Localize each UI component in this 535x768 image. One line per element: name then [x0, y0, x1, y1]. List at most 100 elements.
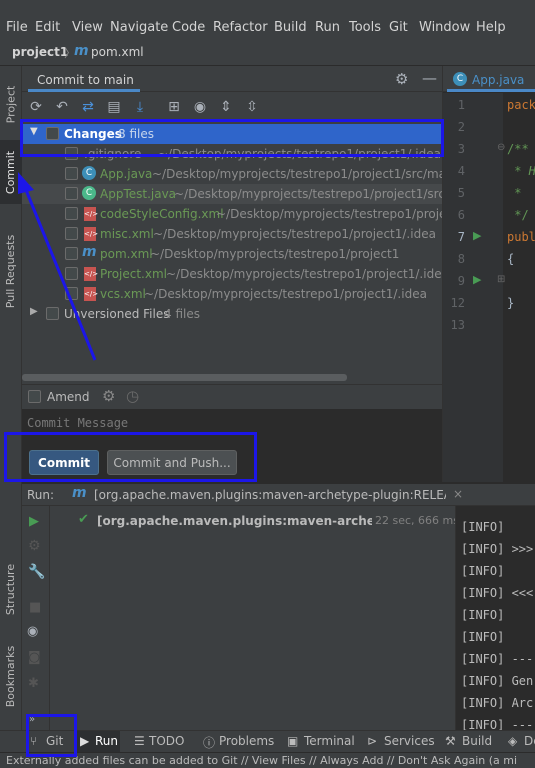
- commit-message-area[interactable]: Commit Message Commit Commit and Push...: [22, 409, 442, 482]
- menu-file[interactable]: File: [6, 20, 28, 35]
- changes-checkbox[interactable]: [46, 127, 59, 140]
- amend-checkbox[interactable]: [28, 390, 41, 403]
- breadcrumb-project[interactable]: project1: [12, 45, 68, 59]
- log-line: [INFO] >>>: [461, 542, 534, 556]
- menu-help[interactable]: Help: [476, 20, 506, 35]
- file-row[interactable]: C AppTest.java ~/Desktop/myprojects/test…: [22, 184, 454, 204]
- run-tree-item[interactable]: [org.apache.maven.plugins:maven-archetyp…: [97, 514, 372, 528]
- wrench-icon[interactable]: 🔧: [28, 564, 45, 580]
- debug-icon[interactable]: ⚙: [28, 538, 41, 554]
- changes-group-row[interactable]: ▼ Changes 8 files: [22, 124, 442, 144]
- changes-label: Changes: [64, 127, 122, 141]
- plugin-icon[interactable]: ✱: [28, 676, 39, 691]
- breadcrumb-file[interactable]: pom.xml: [91, 45, 144, 59]
- file-row[interactable]: C App.java ~/Desktop/myprojects/testrepo…: [22, 164, 461, 184]
- file-checkbox[interactable]: [65, 207, 78, 220]
- file-checkbox[interactable]: [65, 187, 78, 200]
- xml-file-icon: </>: [84, 207, 98, 221]
- stop-icon[interactable]: ■: [29, 600, 41, 615]
- fold-icon[interactable]: ⊞: [497, 274, 505, 285]
- maven-icon: m: [72, 485, 87, 501]
- editor-tab[interactable]: C App.java: [447, 66, 535, 92]
- project-tab[interactable]: Project: [0, 74, 22, 134]
- todo-tab[interactable]: TODO: [149, 734, 184, 748]
- debug-tab[interactable]: De: [524, 734, 535, 748]
- unversioned-checkbox[interactable]: [46, 307, 59, 320]
- diff-icon[interactable]: ⇄: [78, 96, 98, 118]
- group-by-icon[interactable]: ⊞: [164, 96, 184, 118]
- problems-tab[interactable]: Problems: [219, 734, 274, 748]
- rerun-icon[interactable]: ▶: [29, 514, 39, 529]
- file-checkbox[interactable]: [65, 227, 78, 240]
- file-checkbox[interactable]: [65, 267, 78, 280]
- structure-tab-label: Structure: [4, 563, 18, 615]
- menu-view[interactable]: View: [72, 20, 103, 35]
- close-icon[interactable]: ×: [453, 487, 463, 501]
- file-row[interactable]: .gitignore ~/Desktop/myprojects/testrepo…: [22, 144, 442, 164]
- run-gutter-icon[interactable]: ▶: [473, 229, 481, 242]
- file-checkbox[interactable]: [65, 247, 78, 260]
- status-message[interactable]: Externally added files can be added to G…: [6, 754, 535, 767]
- menu-git[interactable]: Git: [389, 20, 408, 35]
- file-row[interactable]: </> codeStyleConfig.xml ~/Desktop/myproj…: [22, 204, 453, 224]
- list-icon: ☰: [134, 734, 145, 748]
- build-tab[interactable]: Build: [462, 734, 492, 748]
- pull-requests-tab[interactable]: Pull Requests: [0, 216, 22, 326]
- camera-icon[interactable]: ◙: [28, 650, 41, 665]
- commit-and-push-button[interactable]: Commit and Push...: [107, 450, 237, 475]
- collapse-all-icon[interactable]: ⇳: [242, 96, 262, 118]
- run-gutter-icon[interactable]: ▶: [473, 273, 481, 286]
- menu-run[interactable]: Run: [315, 20, 340, 35]
- fold-icon[interactable]: ⊖: [497, 142, 505, 153]
- file-row[interactable]: </> misc.xml ~/Desktop/myprojects/testre…: [22, 224, 442, 244]
- run-config-tab[interactable]: [org.apache.maven.plugins:maven-archetyp…: [94, 488, 446, 502]
- minimize-icon[interactable]: —: [422, 69, 437, 87]
- terminal-icon: ▣: [287, 734, 299, 748]
- horizontal-scrollbar[interactable]: [22, 374, 347, 381]
- services-tab[interactable]: Services: [384, 734, 435, 748]
- code-line: * H: [507, 164, 535, 178]
- commit-button[interactable]: Commit: [29, 450, 99, 475]
- terminal-tab[interactable]: Terminal: [304, 734, 355, 748]
- more-icon[interactable]: »: [29, 714, 35, 725]
- file-row[interactable]: </> vcs.xml ~/Desktop/myprojects/testrep…: [22, 284, 442, 304]
- eye-icon[interactable]: ◉: [27, 624, 38, 639]
- run-tab[interactable]: Run: [95, 734, 118, 748]
- bookmarks-tab[interactable]: Bookmarks: [0, 636, 22, 716]
- menu-code[interactable]: Code: [172, 20, 205, 35]
- refresh-icon[interactable]: ⟳: [26, 96, 46, 118]
- file-row[interactable]: </> Project.xml ~/Desktop/myprojects/tes…: [22, 264, 460, 284]
- file-checkbox[interactable]: [65, 147, 78, 160]
- unversioned-group-row[interactable]: ▶ Unversioned Files 4 files: [22, 304, 442, 324]
- eye-icon[interactable]: ◉: [190, 96, 210, 118]
- file-checkbox[interactable]: [65, 167, 78, 180]
- menu-build[interactable]: Build: [274, 20, 307, 35]
- run-tree: ✔ [org.apache.maven.plugins:maven-archet…: [49, 506, 459, 732]
- line-number: 7: [457, 230, 465, 244]
- file-checkbox[interactable]: [65, 287, 78, 300]
- commit-tab[interactable]: Commit: [0, 140, 22, 204]
- chevron-right-icon[interactable]: ▶: [30, 306, 38, 317]
- file-row[interactable]: m pom.xml ~/Desktop/myprojects/testrepo1…: [22, 244, 442, 264]
- left-tool-strip: Project Commit Pull Requests Structure B…: [0, 66, 22, 732]
- structure-tab[interactable]: Structure: [0, 552, 22, 626]
- code-area[interactable]: pack /** * H * */ publ { }: [507, 93, 535, 482]
- chevron-down-icon[interactable]: ▼: [30, 126, 38, 137]
- line-number: 8: [457, 252, 465, 266]
- clock-icon[interactable]: ◷: [126, 387, 139, 405]
- menu-edit[interactable]: Edit: [35, 20, 60, 35]
- gear-icon[interactable]: ⚙: [102, 387, 115, 405]
- menu-tools[interactable]: Tools: [349, 20, 381, 35]
- shelve-icon[interactable]: ⤓: [130, 96, 150, 118]
- changelist-icon[interactable]: ▤: [104, 96, 124, 118]
- menu-refactor[interactable]: Refactor: [213, 20, 268, 35]
- file-name: AppTest.java: [100, 187, 177, 201]
- menu-navigate[interactable]: Navigate: [110, 20, 168, 35]
- gear-icon[interactable]: ⚙: [395, 70, 408, 88]
- file-name: App.java: [100, 167, 153, 181]
- menu-window[interactable]: Window: [419, 20, 470, 35]
- git-tab[interactable]: Git: [46, 734, 63, 748]
- rollback-icon[interactable]: ↶: [52, 96, 72, 118]
- tab-commit-to-main[interactable]: Commit to main: [28, 66, 140, 92]
- expand-all-icon[interactable]: ⇕: [216, 96, 236, 118]
